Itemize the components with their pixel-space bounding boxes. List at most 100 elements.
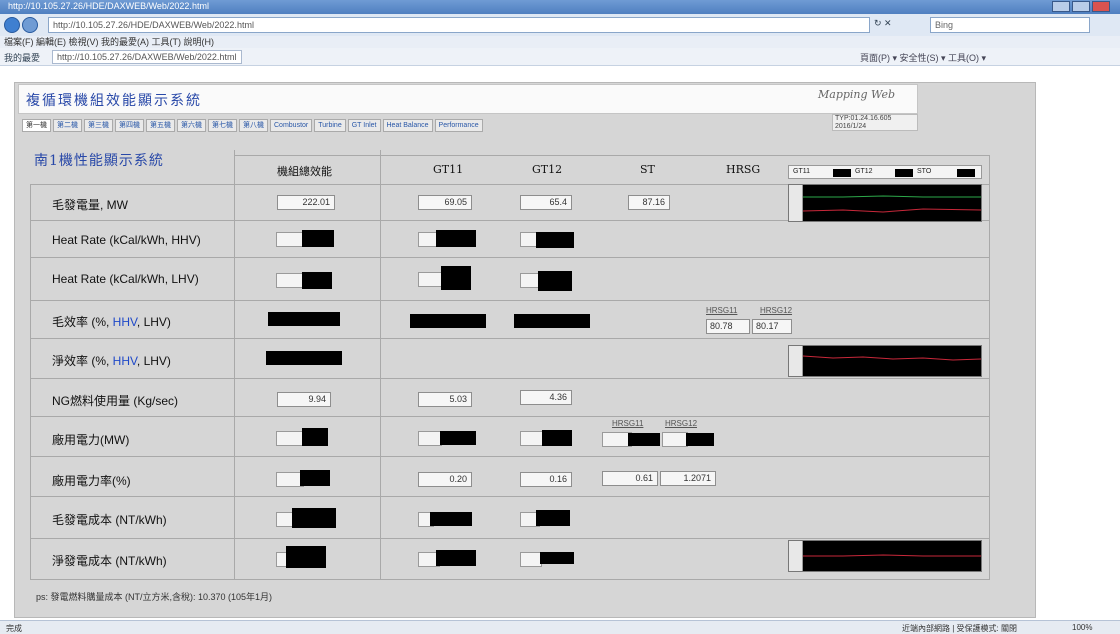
table-row	[30, 457, 990, 497]
tab-unit-7[interactable]: 第七機	[208, 119, 237, 132]
value-gt12-aux-rate: 0.16	[520, 472, 572, 487]
row-label-net-cost: 淨發電成本 (NT/kWh)	[52, 554, 167, 568]
tab-gt-inlet[interactable]: GT Inlet	[347, 119, 381, 132]
chart-legend: GT11 GT12 STO	[788, 165, 982, 179]
col-header-gt11: GT11	[433, 163, 464, 176]
trend-lines	[803, 195, 981, 213]
chart-axis	[789, 346, 803, 376]
url-input[interactable]: http://10.105.27.26/HDE/DAXWEB/Web/2022.…	[48, 17, 870, 33]
value-gt11-ng: 5.03	[418, 392, 472, 407]
row-label-gross-cost: 毛發電成本 (NT/kWh)	[52, 513, 167, 527]
redacted-value	[302, 230, 334, 247]
menu-bar[interactable]: 檔案(F) 編輯(E) 檢視(V) 我的最愛(A) 工具(T) 說明(H)	[0, 36, 1120, 48]
refresh-icon[interactable]: ↻ ✕	[874, 18, 892, 29]
row-label-ng-usage: NG燃料使用量 (Kg/sec)	[52, 394, 179, 408]
back-icon[interactable]	[4, 17, 20, 33]
label-hrsg12: HRSG12	[760, 306, 793, 315]
browser-tab[interactable]: http://10.105.27.26/DAXWEB/Web/2022.html	[52, 50, 242, 64]
tab-unit-4[interactable]: 第四機	[115, 119, 144, 132]
tab-unit-1[interactable]: 第一機	[22, 119, 51, 132]
meta-line-1: TYP:01.24.16.605	[835, 115, 892, 122]
favorites-bar: 我的最愛 http://10.105.27.26/DAXWEB/Web/2022…	[0, 48, 1120, 66]
row-label-aux-power: 廠用電力(MW)	[52, 433, 130, 447]
legend-swatch	[833, 169, 851, 177]
tab-unit-6[interactable]: 第六機	[177, 119, 206, 132]
redacted-value	[436, 230, 476, 247]
col-header-st: ST	[640, 163, 655, 176]
value-hrsg-aux-rate: 1.2071	[660, 471, 716, 486]
tab-unit-8[interactable]: 第八機	[239, 119, 268, 132]
favorites-button[interactable]: 我的最愛	[4, 51, 40, 64]
value-field	[276, 431, 304, 446]
value-hrsg11-eff: 80.78	[706, 319, 750, 334]
window-title: http://10.105.27.26/HDE/DAXWEB/Web/2022.…	[8, 1, 209, 11]
redacted-value	[430, 512, 472, 526]
minimize-button[interactable]	[1052, 1, 1070, 12]
window-titlebar: http://10.105.27.26/HDE/DAXWEB/Web/2022.…	[0, 0, 1120, 14]
command-bar[interactable]: 頁面(P) ▾ 安全性(S) ▾ 工具(O) ▾	[860, 51, 986, 64]
legend-label-st: STO	[917, 168, 932, 175]
col-header-gt12: GT12	[532, 163, 563, 176]
tab-unit-2[interactable]: 第二機	[53, 119, 82, 132]
timestamp-box: TYP:01.24.16.605 2016/1/24	[832, 114, 918, 131]
redacted-value	[302, 428, 328, 446]
value-hrsg12-eff: 80.17	[752, 319, 792, 334]
redacted-value	[542, 430, 572, 446]
value-total-mw: 222.01	[277, 195, 335, 210]
tab-unit-3[interactable]: 第三機	[84, 119, 113, 132]
page-title: 複循環機組效能顯示系統	[26, 93, 202, 109]
forward-icon[interactable]	[22, 17, 38, 33]
chart-axis	[789, 185, 803, 221]
section-title: 南1機性能顯示系統	[34, 153, 164, 169]
value-gt12-ng: 4.36	[520, 390, 572, 405]
value-field	[276, 232, 304, 247]
tab-performance[interactable]: Performance	[434, 119, 483, 132]
redacted-value	[302, 272, 332, 289]
label-hrsg11: HRSG11	[612, 419, 644, 428]
legend-label-gt11: GT11	[793, 168, 810, 175]
chart-axis	[789, 541, 803, 571]
redacted-value	[628, 433, 660, 446]
value-gt12-mw: 65.4	[520, 195, 572, 210]
redacted-value	[686, 433, 714, 446]
label-part: , LHV)	[136, 354, 171, 368]
table-row	[30, 301, 990, 339]
redacted-value	[441, 266, 471, 290]
value-total-ng: 9.94	[277, 392, 331, 407]
label-hrsg11: HRSG11	[706, 306, 738, 315]
trend-chart-net-cost	[788, 540, 982, 572]
status-text: 完成	[6, 624, 22, 633]
trend-chart-net-efficiency	[788, 345, 982, 377]
tab-combustor[interactable]: Combustor	[270, 119, 313, 132]
trend-chart-mw	[788, 184, 982, 222]
col-header-hrsg: HRSG	[726, 163, 761, 176]
redacted-value	[266, 351, 342, 365]
trend-lines	[803, 355, 981, 361]
zoom-level[interactable]: 100%	[1072, 623, 1092, 632]
row-label-heat-rate-lhv: Heat Rate (kCal/kWh, LHV)	[52, 272, 199, 286]
tab-turbine[interactable]: Turbine	[314, 119, 346, 132]
maximize-button[interactable]	[1072, 1, 1090, 12]
meta-line-2: 2016/1/24	[835, 123, 867, 130]
value-gt11-aux-rate: 0.20	[418, 472, 472, 487]
tab-heat-balance[interactable]: Heat Balance	[382, 119, 433, 132]
redacted-value	[300, 470, 330, 486]
value-field	[276, 273, 304, 288]
redacted-value	[540, 552, 574, 564]
redacted-value	[268, 312, 340, 326]
redacted-value	[292, 508, 336, 528]
status-bar: 完成 近端內部網路 | 受保護模式: 關閉 100%	[0, 620, 1120, 634]
nav-tabs: 第一機 第二機 第三機 第四機 第五機 第六機 第七機 第八機 Combusto…	[22, 119, 483, 132]
trend-lines	[803, 554, 981, 557]
row-label-gross-mw: 毛發電量, MW	[52, 198, 128, 212]
search-input[interactable]: Bing	[930, 17, 1090, 33]
value-st-aux-rate: 0.61	[602, 471, 658, 486]
hhv-link[interactable]: HHV	[113, 315, 137, 329]
tab-unit-5[interactable]: 第五機	[146, 119, 175, 132]
label-part: 淨效率 (%,	[52, 354, 113, 368]
redacted-value	[538, 271, 572, 291]
redacted-value	[436, 550, 476, 566]
hhv-link[interactable]: HHV	[113, 354, 137, 368]
close-button[interactable]	[1092, 1, 1110, 12]
redacted-value	[410, 314, 486, 328]
